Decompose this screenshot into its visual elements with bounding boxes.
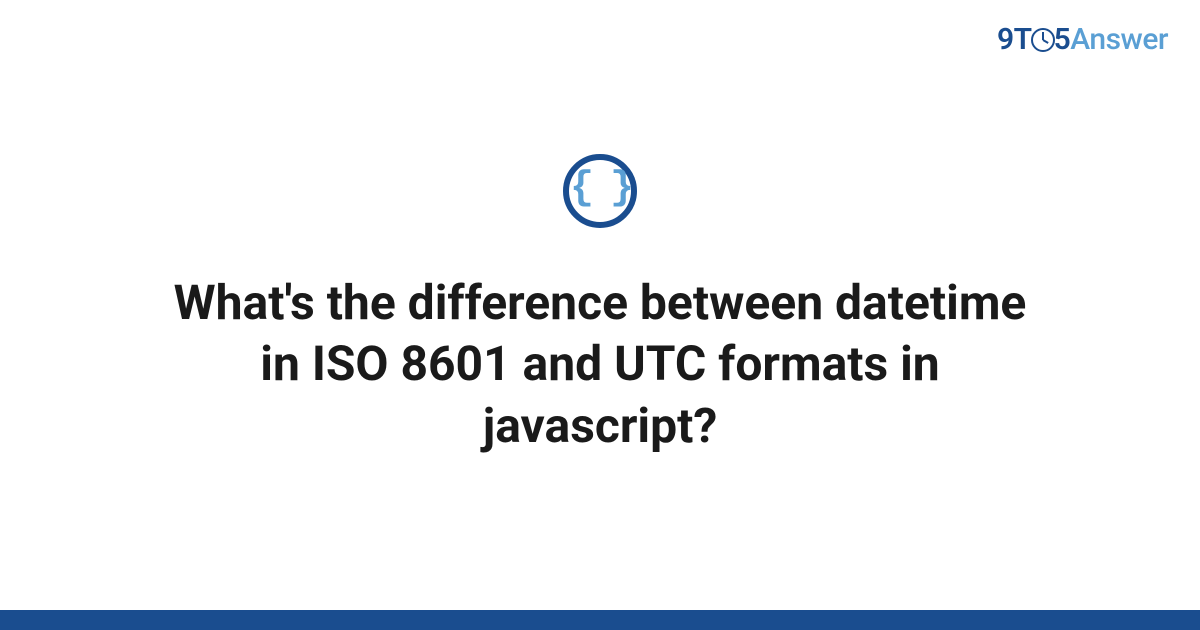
code-braces-icon: { }: [570, 169, 630, 209]
category-icon-circle: { }: [563, 154, 637, 228]
bottom-accent-bar: [0, 610, 1200, 630]
question-title: What's the difference between datetime i…: [140, 272, 1060, 456]
main-content: { } What's the difference between dateti…: [0, 0, 1200, 610]
